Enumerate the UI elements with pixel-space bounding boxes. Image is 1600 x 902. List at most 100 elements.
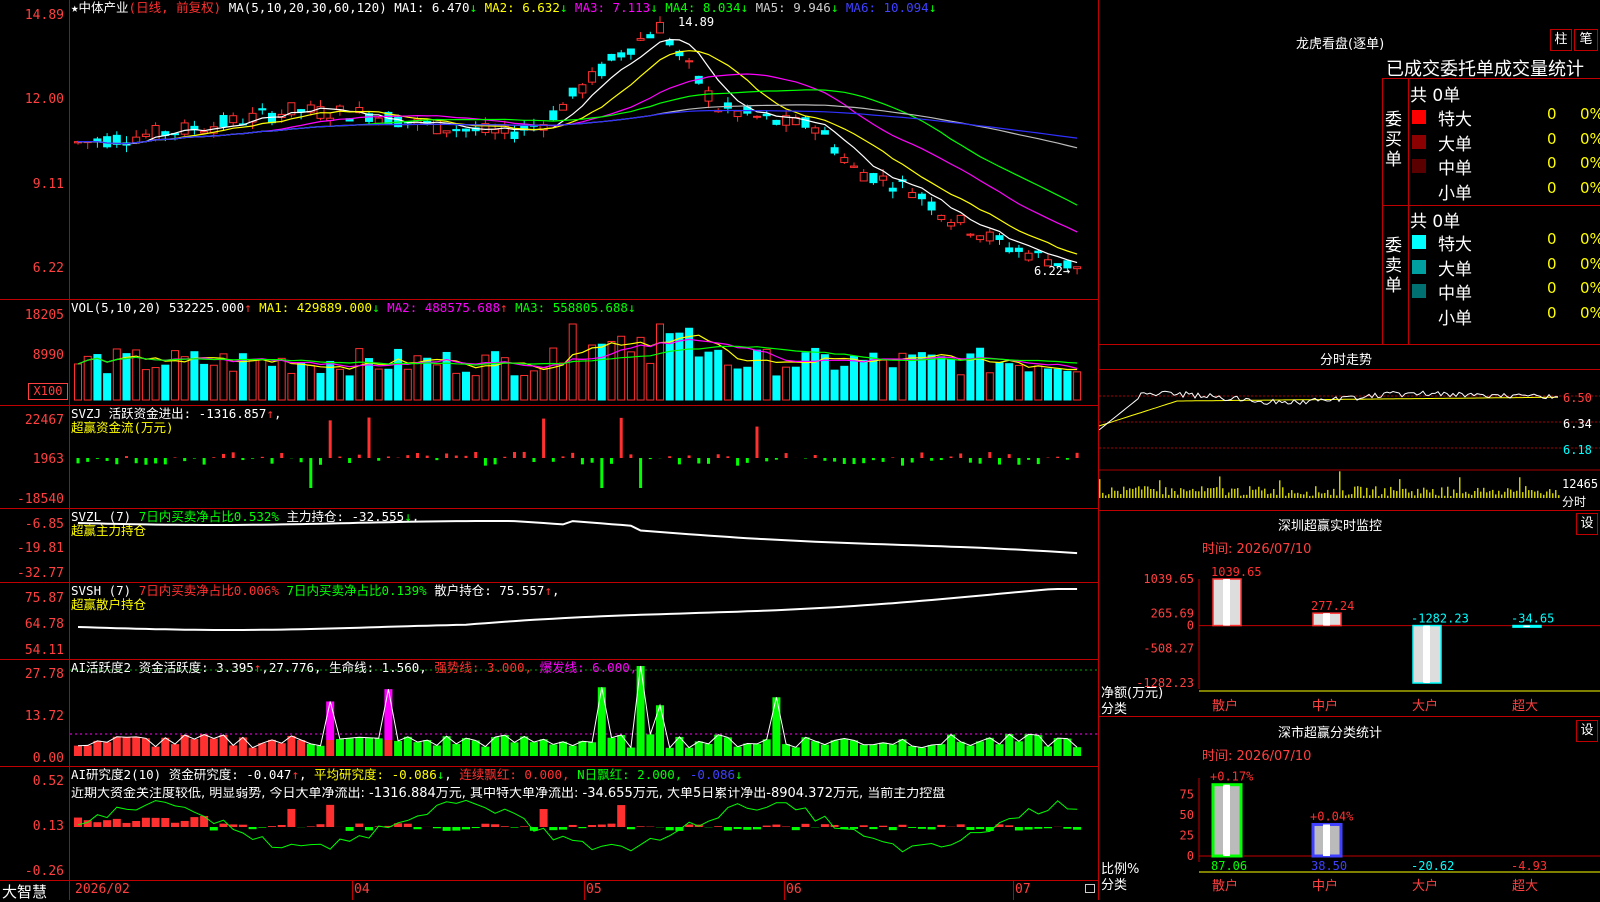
activity-bar (511, 742, 519, 756)
szm-value-label: -34.65 (1511, 612, 1554, 626)
intraday-vol-bar (1531, 490, 1533, 498)
price-ytick: 9.11 (0, 178, 64, 192)
fund-flow-bar (125, 456, 128, 458)
activity-bar (74, 746, 82, 756)
intraday-vol-bar (1453, 489, 1455, 498)
research-bar (307, 826, 315, 827)
dt-bottom-line (1098, 344, 1600, 345)
ai-active-chart[interactable] (70, 660, 1098, 766)
volume-bar (501, 358, 508, 400)
volume-bar (375, 369, 382, 400)
intraday-vol-bar (1315, 486, 1317, 498)
candle-body (909, 193, 916, 198)
candle-body (724, 103, 731, 108)
x-label: 2026/02 (75, 882, 130, 897)
fund-flow-bar (77, 458, 80, 463)
intraday-vol-bar (1450, 496, 1452, 498)
volume-chart[interactable] (70, 300, 1098, 405)
vol-unit-box: X100 (28, 383, 68, 400)
intraday-vol-bar (1105, 495, 1107, 498)
research-bar (501, 826, 509, 827)
intraday-vol-bar (1360, 487, 1362, 498)
intraday-vol-bar (1399, 479, 1401, 498)
candle-body (938, 215, 945, 219)
activity-bar (414, 742, 422, 756)
intraday-vol-bar (1219, 476, 1221, 498)
volume-bar (142, 370, 149, 400)
dt-label: 大单 (1438, 130, 1472, 155)
ai-active-ytick: 13.72 (0, 710, 64, 724)
activity-bar (996, 744, 1004, 756)
vol-ytick: 8990 (0, 349, 64, 363)
tick-view-button[interactable]: 笔 (1574, 29, 1598, 51)
volume-bar (608, 341, 615, 400)
svzl-chart[interactable] (70, 509, 1098, 582)
research-bar (666, 827, 674, 830)
research-bar (1005, 825, 1013, 827)
sz-monitor-settings-button[interactable]: 设 (1576, 513, 1598, 535)
research-bar (714, 826, 722, 827)
lock-icon[interactable] (1085, 884, 1095, 893)
intraday-vol-bar (1135, 488, 1137, 498)
sell-total: 共 0单 (1410, 207, 1460, 232)
activity-bar (249, 748, 257, 756)
szm-ytick: -508.27 (1143, 641, 1194, 655)
szm-bar-highlight (1523, 626, 1530, 628)
research-bar (346, 827, 354, 831)
research-bar (462, 827, 470, 829)
intraday-vol-bar (1324, 493, 1326, 498)
sz-class-settings-button[interactable]: 设 (1576, 720, 1598, 742)
research-bar (608, 824, 616, 827)
intraday-vol-bar (1147, 487, 1149, 498)
intraday-vol-bar (1186, 491, 1188, 498)
volume-bar (404, 369, 411, 400)
research-bar (1034, 827, 1042, 829)
ai-active-ytick: 27.78 (0, 668, 64, 682)
research-bar (792, 827, 800, 830)
volume-bar (356, 349, 363, 400)
fund-flow-bar (445, 453, 448, 458)
volume-bar (249, 360, 256, 400)
fund-flow-bar (726, 456, 729, 458)
svsh-chart[interactable] (70, 583, 1098, 659)
intraday-vol-bar (1435, 495, 1437, 498)
activity-bar (685, 748, 693, 756)
fund-flow-bar (222, 454, 225, 458)
intraday-vol-bar (1507, 488, 1509, 498)
research-bar (239, 825, 247, 827)
research-bar (540, 809, 548, 827)
intraday-vol-bar (1312, 496, 1314, 498)
fund-flow-bar (571, 453, 574, 458)
intraday-chart[interactable] (1099, 370, 1600, 510)
volume-bar (1035, 366, 1042, 400)
volume-bar (589, 345, 596, 400)
fund-flow-bar (203, 458, 206, 465)
volume-bar (259, 359, 266, 400)
svzj-chart[interactable] (70, 406, 1098, 508)
volume-bar (841, 366, 848, 400)
intraday-vol-bar (1558, 495, 1560, 498)
intraday-vol-bar (1501, 495, 1503, 498)
legend-swatch (1412, 135, 1426, 149)
xtick (352, 881, 353, 900)
intraday-vol-bar (1447, 487, 1449, 498)
candlestick-chart[interactable] (70, 0, 1098, 299)
volume-bar (123, 354, 130, 400)
intraday-vol-bar (1165, 487, 1167, 498)
intraday-vol-bar (1375, 486, 1377, 498)
bar-view-button[interactable]: 柱 (1550, 29, 1572, 51)
fund-flow-bar (891, 457, 894, 458)
research-bar (559, 827, 567, 830)
candle-body (686, 61, 693, 62)
ai-research-ytick: 0.52 (0, 775, 64, 789)
intraday-vol-bar (1159, 480, 1161, 498)
research-bar (481, 824, 489, 827)
fund-flow-bar (484, 458, 487, 466)
activity-bar (540, 739, 548, 756)
x-label: 07 (1015, 882, 1031, 897)
research-bar (850, 827, 858, 829)
svzl-ytick: -19.81 (0, 542, 64, 556)
research-bar (763, 826, 771, 827)
ai-research-chart[interactable] (70, 767, 1098, 880)
research-bar (171, 823, 179, 827)
